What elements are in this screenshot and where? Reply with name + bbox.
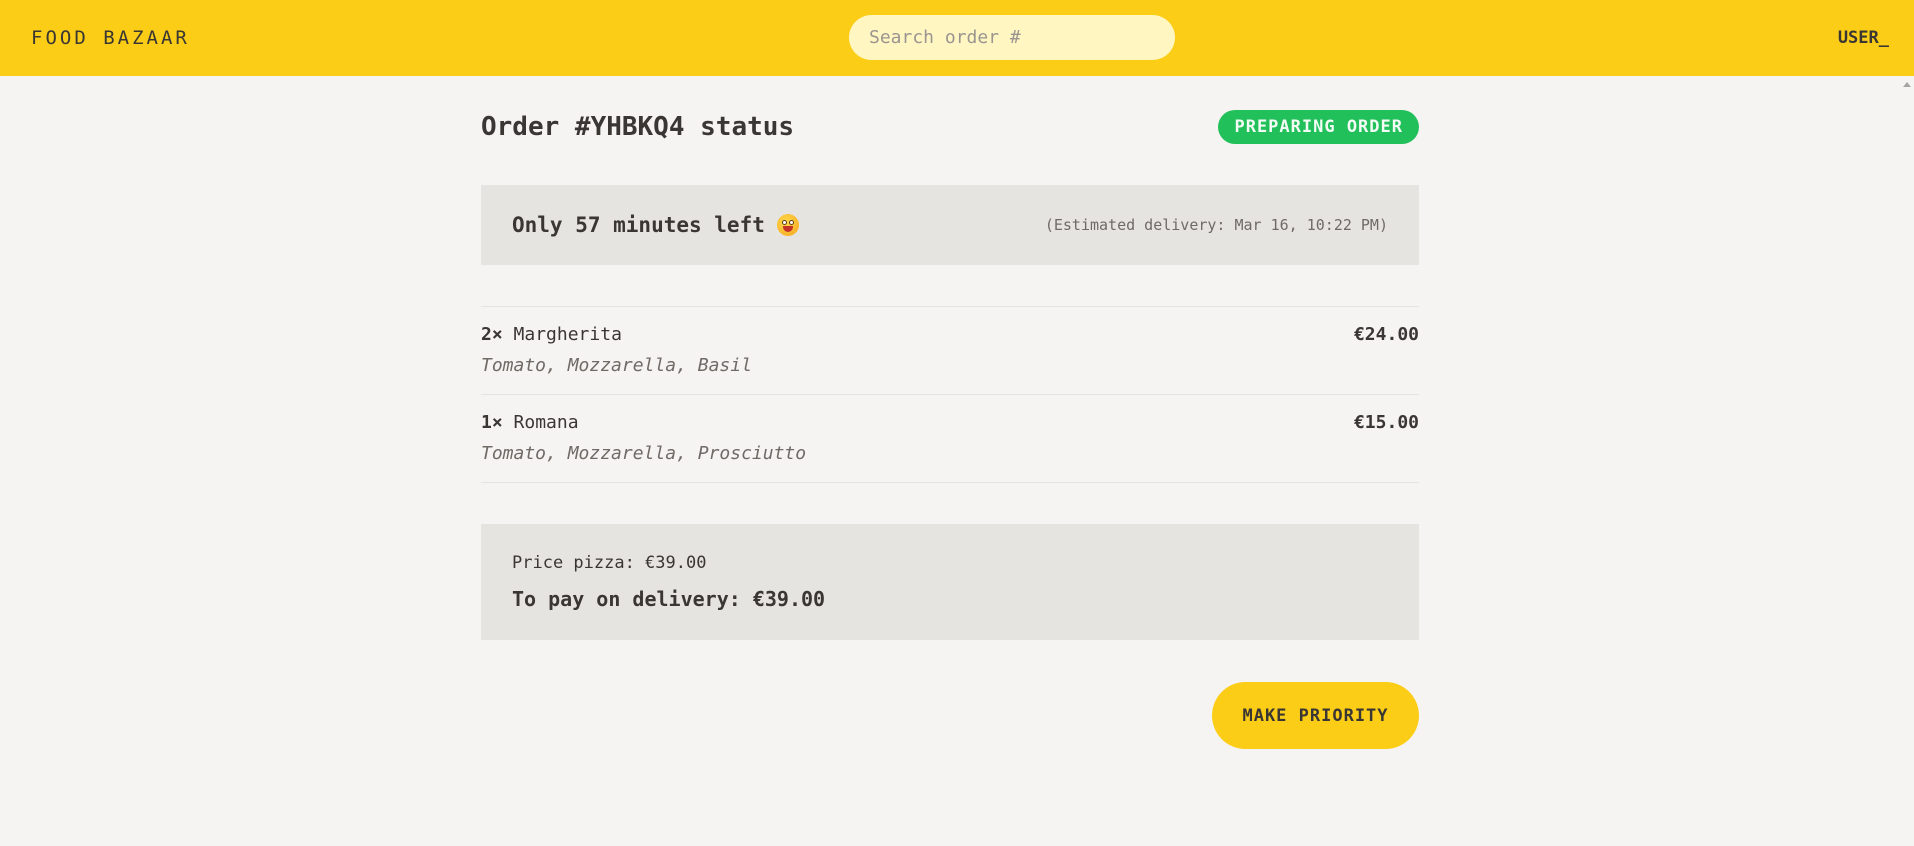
order-item: 2× Margherita €24.00 Tomato, Mozzarella,… <box>481 307 1419 395</box>
item-price: €15.00 <box>1353 412 1419 433</box>
totals-panel: Price pizza: €39.00 To pay on delivery: … <box>481 524 1419 640</box>
item-top-row: 2× Margherita €24.00 <box>481 324 1419 345</box>
top-navbar: FOOD BAZAAR USER_ <box>0 0 1914 76</box>
emoji-eye-left <box>781 220 787 225</box>
item-price: €24.00 <box>1353 324 1419 345</box>
item-name: Margherita <box>513 324 622 345</box>
order-item: 1× Romana €15.00 Tomato, Mozzarella, Pro… <box>481 395 1419 483</box>
item-ingredients: Tomato, Mozzarella, Basil <box>481 355 752 376</box>
user-name: USER_ <box>1837 28 1889 48</box>
grinning-face-icon <box>776 214 799 236</box>
search-order-input[interactable] <box>849 15 1175 60</box>
item-title: 2× Margherita <box>481 324 622 345</box>
estimated-delivery: (Estimated delivery: Mar 16, 10:22 PM) <box>1044 216 1388 234</box>
status-badge: PREPARING ORDER <box>1218 110 1419 144</box>
order-items-list: 2× Margherita €24.00 Tomato, Mozzarella,… <box>481 306 1419 483</box>
to-pay-on-delivery: To pay on delivery: €39.00 <box>512 587 826 611</box>
emoji-mouth <box>782 226 793 232</box>
order-header: Order #YHBKQ4 status PREPARING ORDER <box>481 110 1419 144</box>
page-title: Order #YHBKQ4 status <box>481 112 795 142</box>
time-left-text: Only 57 minutes left <box>512 213 765 237</box>
item-quantity: 2× <box>481 324 503 345</box>
make-priority-button[interactable]: MAKE PRIORITY <box>1212 682 1419 749</box>
price-pizza: Price pizza: €39.00 <box>512 553 707 573</box>
item-quantity: 1× <box>481 412 503 433</box>
item-name: Romana <box>513 412 579 433</box>
eta-panel: Only 57 minutes left (Estimated delivery… <box>481 185 1419 265</box>
scrollbar-up-arrow[interactable] <box>1903 82 1911 87</box>
item-title: 1× Romana <box>481 412 579 433</box>
emoji-eye-right <box>788 220 794 225</box>
item-ingredients: Tomato, Mozzarella, Prosciutto <box>481 443 807 464</box>
eta-left: Only 57 minutes left <box>512 213 799 237</box>
brand-logo[interactable]: FOOD BAZAAR <box>31 27 190 49</box>
item-top-row: 1× Romana €15.00 <box>481 412 1419 433</box>
